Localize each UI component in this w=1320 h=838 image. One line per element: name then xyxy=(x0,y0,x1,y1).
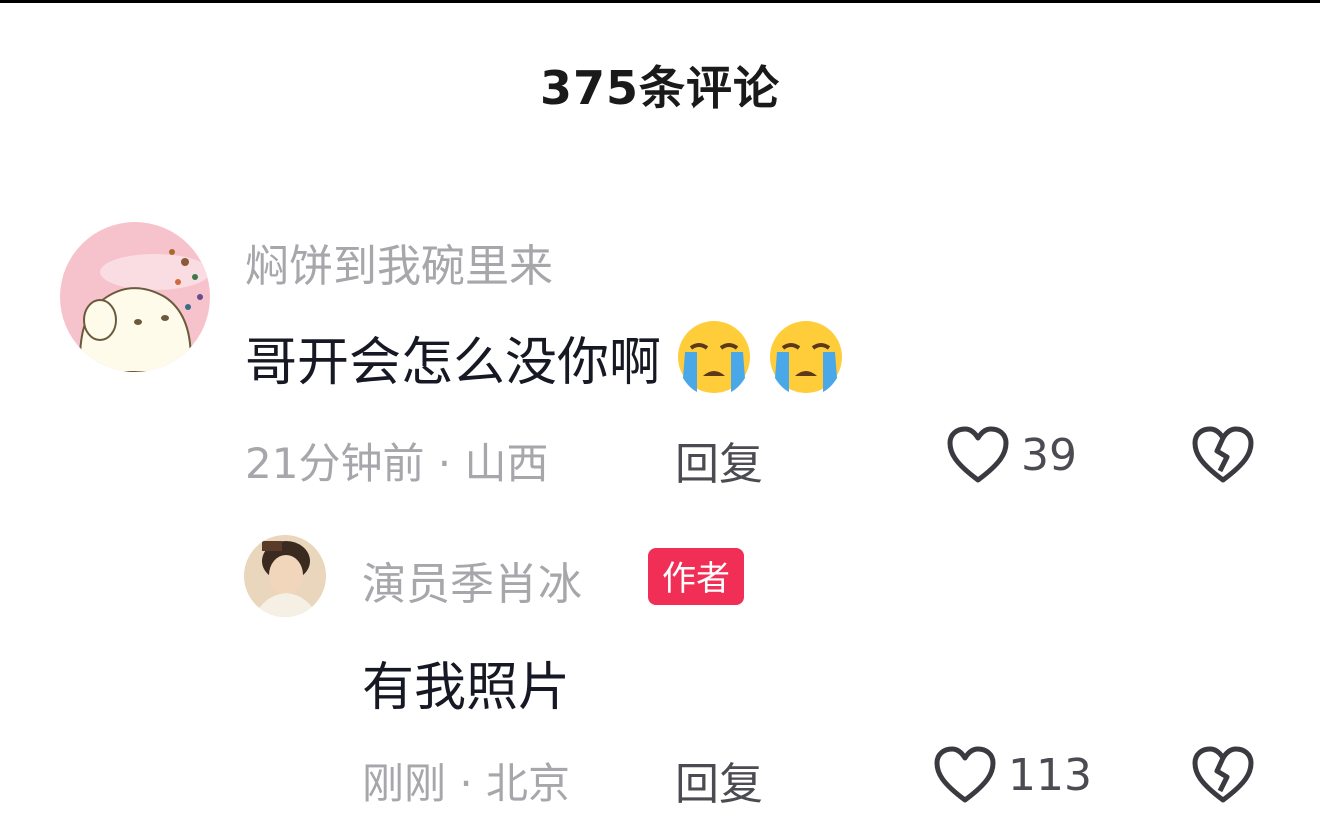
reply-username[interactable]: 演员季肖冰 xyxy=(362,548,582,612)
like-count: 39 xyxy=(1021,429,1077,481)
dislike-button[interactable] xyxy=(1190,425,1256,489)
reply-button[interactable]: 回复 xyxy=(675,748,763,812)
avatar[interactable] xyxy=(60,222,210,372)
dislike-button[interactable] xyxy=(1190,745,1256,809)
loudly-crying-face-emoji xyxy=(767,318,845,396)
comment-text: 哥开会怎么没你啊 xyxy=(245,318,845,396)
comment-count-title: 375条评论 xyxy=(539,61,781,115)
loudly-crying-face-emoji xyxy=(675,318,753,396)
heart-outline-icon xyxy=(947,426,1009,483)
reply-button[interactable]: 回复 xyxy=(675,428,763,492)
like-button[interactable]: 39 xyxy=(945,425,1077,485)
reply-text: 有我照片 xyxy=(362,645,570,720)
like-count: 113 xyxy=(1008,749,1092,801)
comment-username[interactable]: 焖饼到我碗里来 xyxy=(245,230,553,294)
heart-outline-icon xyxy=(934,746,996,803)
comment-meta: 21分钟前 · 山西 xyxy=(245,439,549,488)
author-badge: 作者 xyxy=(648,548,744,605)
like-button[interactable]: 113 xyxy=(932,745,1092,805)
broken-heart-icon xyxy=(1192,746,1254,803)
comment-text-body: 哥开会怎么没你啊 xyxy=(245,332,662,393)
reply-meta: 刚刚 · 北京 xyxy=(362,759,571,808)
reply-text-body: 有我照片 xyxy=(362,658,571,718)
avatar[interactable] xyxy=(244,535,326,617)
broken-heart-icon xyxy=(1192,426,1254,483)
top-border xyxy=(0,0,1320,3)
